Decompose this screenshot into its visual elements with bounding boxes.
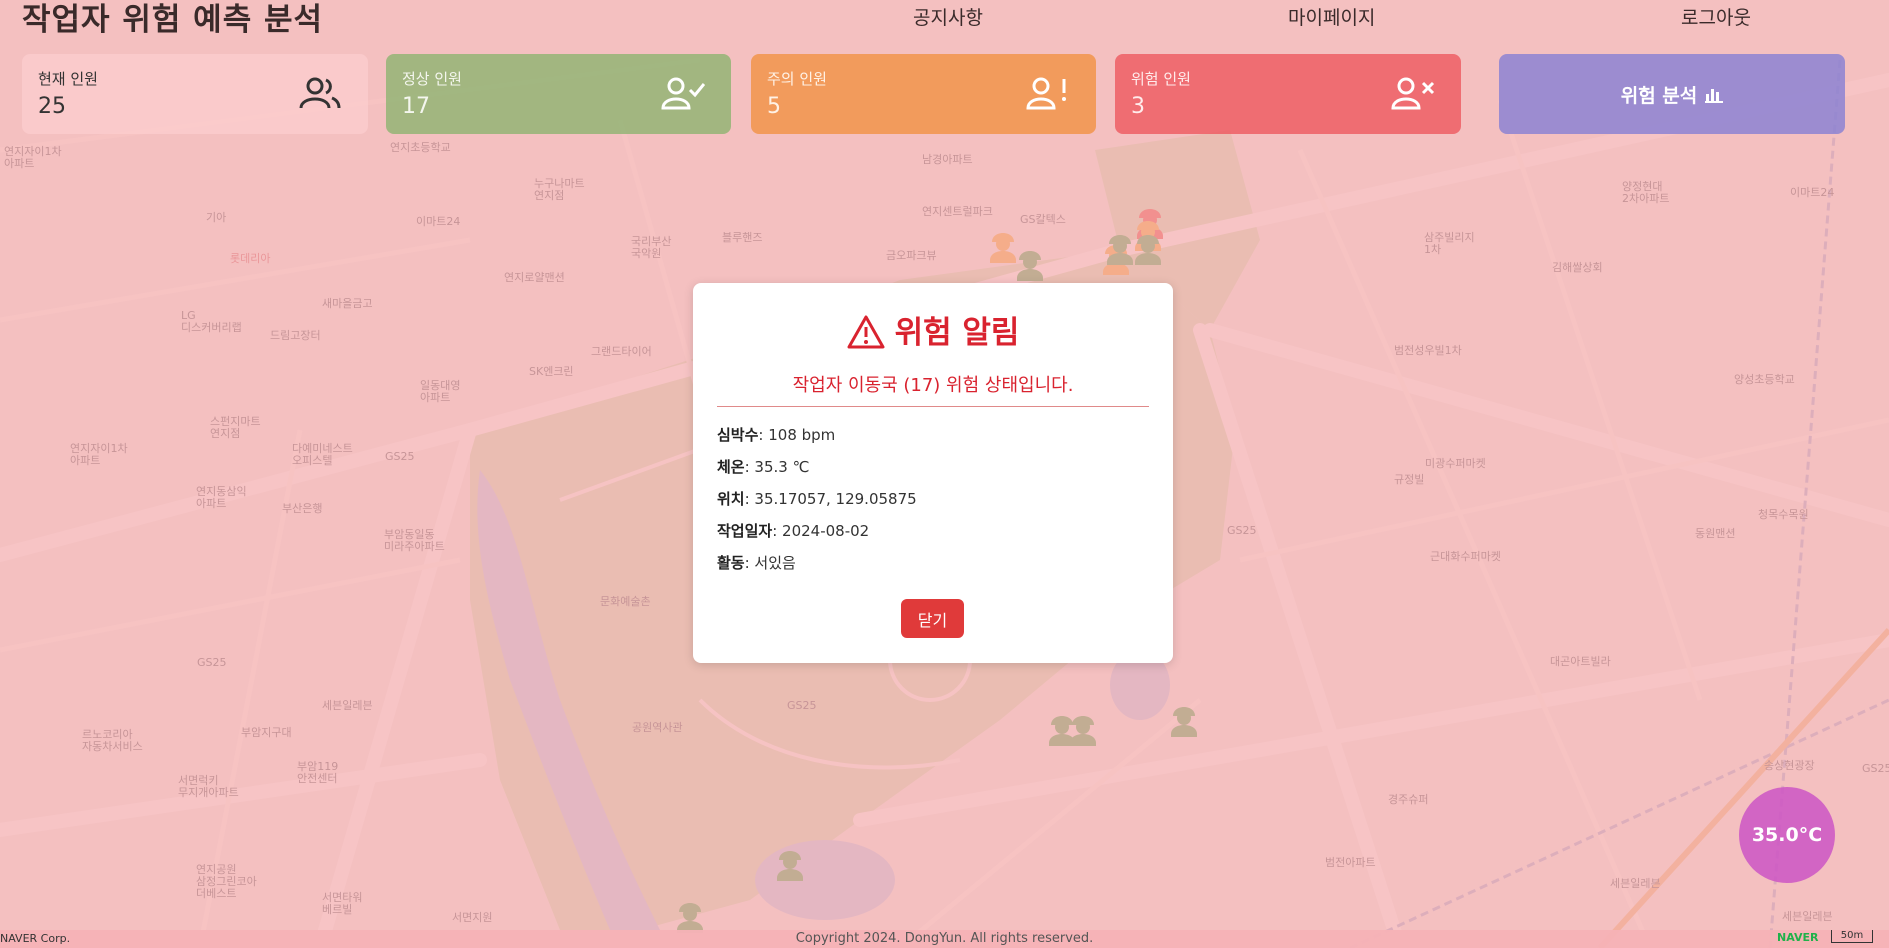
nav-mypage[interactable]: 마이페이지	[1288, 3, 1375, 30]
info-label: 위치	[717, 490, 745, 508]
modal-message: 작업자 이동국 (17) 위험 상태입니다.	[792, 375, 1074, 396]
info-value: : 35.3 ℃	[744, 458, 810, 476]
map-scale: 50m	[1831, 930, 1873, 943]
stat-card-danger: 위험 인원 3	[1115, 54, 1461, 134]
worker-marker-normal[interactable]	[1070, 716, 1096, 746]
temperature-badge: 35.0°C	[1739, 787, 1835, 883]
worker-marker-normal[interactable]	[1171, 707, 1197, 737]
info-label: 작업일자	[717, 522, 773, 540]
users-icon	[298, 76, 342, 114]
info-location: 위치: 35.17057, 129.05875	[717, 488, 917, 509]
info-body-temp: 체온: 35.3 ℃	[717, 456, 809, 477]
risk-analysis-label: 위험 분석	[1620, 84, 1698, 107]
info-value: : 108 bpm	[758, 426, 836, 444]
nav-notice[interactable]: 공지사항	[913, 3, 983, 30]
divider	[717, 406, 1149, 407]
naver-logo[interactable]: NAVER	[1777, 931, 1818, 944]
footer: NAVER Corp. Copyright 2024. DongYun. All…	[0, 930, 1889, 948]
stat-card-total: 현재 인원 25	[22, 54, 368, 134]
user-check-icon	[661, 76, 706, 114]
app-title: 작업자 위험 예측 분석	[22, 2, 324, 38]
info-value: : 2024-08-02	[772, 522, 870, 540]
info-value: : 35.17057, 129.05875	[744, 490, 917, 508]
modal-title: 위험 알림	[894, 315, 1020, 351]
header: 작업자 위험 예측 분석 공지사항 마이페이지 로그아웃	[0, 0, 1889, 38]
stat-card-normal: 정상 인원 17	[386, 54, 731, 134]
info-activity: 활동: 서있음	[717, 552, 796, 573]
user-x-icon	[1391, 76, 1435, 114]
worker-marker-caution[interactable]	[990, 233, 1016, 263]
worker-marker-normal[interactable]	[677, 903, 703, 933]
bar-chart-icon	[1705, 85, 1724, 103]
danger-alert-modal: 위험 알림 작업자 이동국 (17) 위험 상태입니다. 심박수: 108 bp…	[693, 283, 1173, 663]
close-button[interactable]: 닫기	[901, 599, 964, 638]
info-label: 활동	[717, 554, 745, 572]
user-exclamation-icon	[1026, 76, 1070, 114]
worker-marker-normal[interactable]	[1017, 251, 1043, 281]
worker-marker-normal[interactable]	[777, 851, 803, 881]
stat-card-caution: 주의 인원 5	[751, 54, 1096, 134]
nav-logout[interactable]: 로그아웃	[1681, 3, 1751, 30]
copyright-text: Copyright 2024. DongYun. All rights rese…	[795, 931, 1094, 946]
warning-icon	[847, 315, 885, 357]
info-work-date: 작업일자: 2024-08-02	[717, 520, 869, 541]
info-value: : 서있음	[744, 554, 796, 572]
risk-analysis-button[interactable]: 위험 분석	[1499, 54, 1845, 134]
info-heart-rate: 심박수: 108 bpm	[717, 424, 835, 445]
info-label: 체온	[717, 458, 745, 476]
info-label: 심박수	[717, 426, 759, 444]
